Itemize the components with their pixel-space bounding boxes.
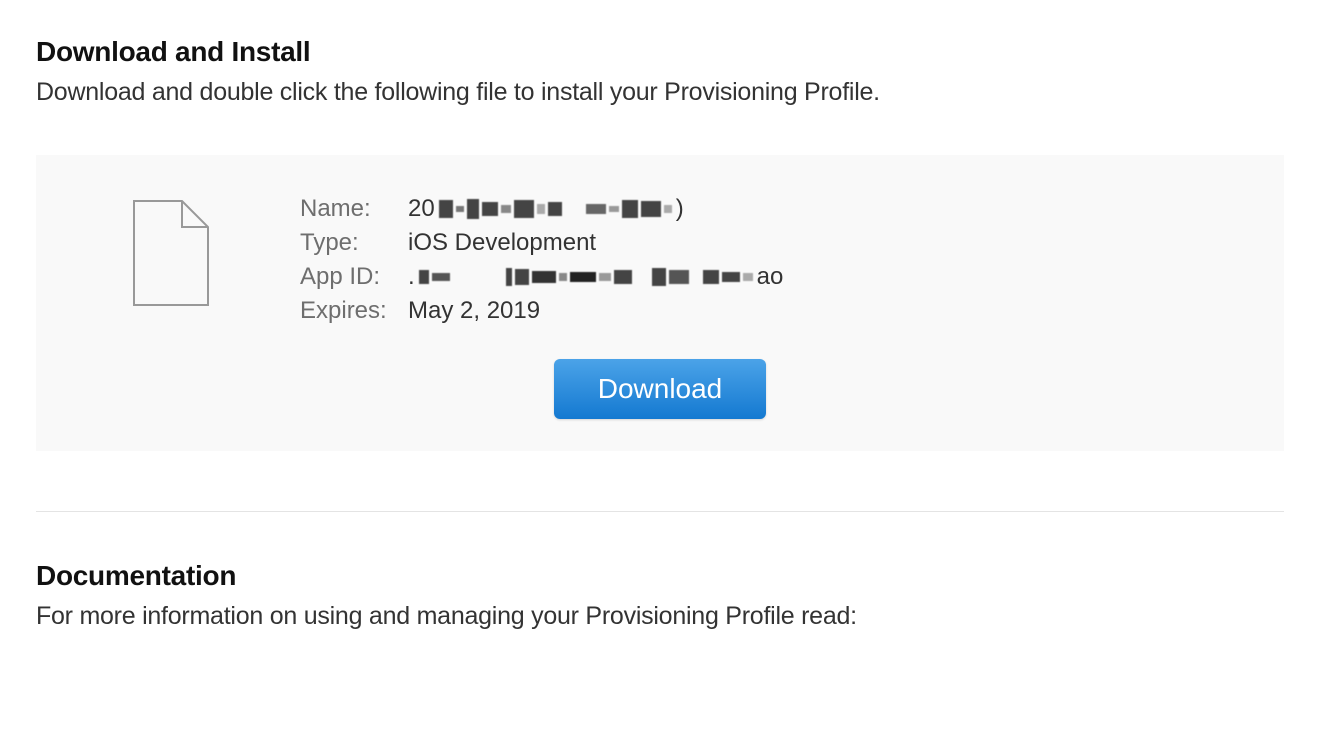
label-expires: Expires: <box>300 297 408 325</box>
detail-row-name: Name: 20 <box>300 195 1236 223</box>
label-name: Name: <box>300 195 408 223</box>
download-button-wrap: Download <box>84 359 1236 419</box>
detail-row-expires: Expires: May 2, 2019 <box>300 297 1236 325</box>
redacted-appid <box>419 268 753 286</box>
value-type: iOS Development <box>408 229 596 257</box>
download-install-section: Download and Install Download and double… <box>36 36 1284 451</box>
section-title: Download and Install <box>36 36 1284 68</box>
value-name: 20 <box>408 195 684 223</box>
profile-details: Name: 20 <box>300 195 1236 331</box>
download-button[interactable]: Download <box>554 359 767 419</box>
profile-details-row: Name: 20 <box>84 195 1236 331</box>
documentation-subtitle: For more information on using and managi… <box>36 602 1284 631</box>
section-subtitle: Download and double click the following … <box>36 78 1284 107</box>
documentation-title: Documentation <box>36 560 1284 592</box>
file-icon-wrap <box>84 195 210 312</box>
profile-card: Name: 20 <box>36 155 1284 451</box>
detail-row-type: Type: iOS Development <box>300 229 1236 257</box>
appid-suffix: ao <box>757 263 784 291</box>
documentation-section: Documentation For more information on us… <box>36 560 1284 631</box>
value-appid: . <box>408 263 783 291</box>
appid-prefix: . <box>408 263 415 291</box>
name-suffix: ) <box>676 195 684 223</box>
redacted-name <box>439 199 672 219</box>
section-divider <box>36 511 1284 512</box>
name-prefix: 20 <box>408 195 435 223</box>
detail-row-appid: App ID: . <box>300 263 1236 291</box>
value-expires: May 2, 2019 <box>408 297 540 325</box>
label-appid: App ID: <box>300 263 408 291</box>
label-type: Type: <box>300 229 408 257</box>
file-icon <box>132 199 210 307</box>
